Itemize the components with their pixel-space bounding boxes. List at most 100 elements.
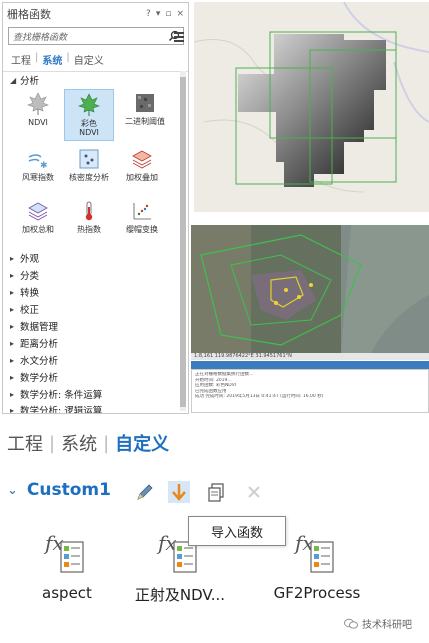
wechat-icon bbox=[344, 618, 358, 629]
imagery-graphic bbox=[191, 225, 429, 353]
tab-system[interactable]: 系统 bbox=[42, 52, 62, 67]
map-view-imagery[interactable] bbox=[191, 225, 429, 353]
function-label: 加权叠加 bbox=[126, 173, 158, 182]
map-basemap-graphic bbox=[194, 2, 429, 212]
function-label: 正射及NDV... bbox=[134, 586, 226, 604]
chevron-down-icon[interactable]: ⌄ bbox=[7, 483, 18, 498]
chevron-right-icon: ▸ bbox=[10, 389, 15, 399]
group-label: 数据管理 bbox=[20, 322, 59, 333]
map-status-bar: 1:8,161 119.9876422°E 31.9451761°N bbox=[191, 353, 429, 360]
pane-scrollbar[interactable] bbox=[180, 71, 186, 411]
custom-pane-tabs: 工程 | 系统 | 自定义 bbox=[7, 430, 169, 456]
group-hydrology[interactable]: ▸ 水文分析 bbox=[10, 353, 59, 368]
ndvi-leaf-icon bbox=[27, 92, 49, 115]
custom-function-aspect[interactable]: fx aspect bbox=[12, 530, 122, 602]
fx-function-icon: fx bbox=[293, 531, 334, 573]
function-wind-chill[interactable]: ✱ 风寒指数 bbox=[13, 145, 63, 185]
map-view-dem[interactable] bbox=[194, 2, 429, 212]
function-label: 缨帽变换 bbox=[126, 225, 158, 234]
group-label: 数学分析: 逻辑运算 bbox=[20, 406, 103, 414]
binary-threshold-icon bbox=[136, 94, 154, 112]
function-label: 热指数 bbox=[77, 225, 101, 234]
function-ndvi[interactable]: NDVI bbox=[13, 89, 63, 139]
tab-system-large[interactable]: 系统 bbox=[61, 430, 97, 456]
delete-icon[interactable] bbox=[243, 481, 265, 503]
import-function-tooltip: 导入函数 bbox=[188, 516, 286, 546]
function-weighted-overlay[interactable]: 加权叠加 bbox=[117, 145, 167, 185]
custom-category-header[interactable]: ⌄ Custom1 bbox=[7, 480, 111, 500]
copy-icon[interactable] bbox=[206, 481, 228, 503]
auto-hide-button[interactable]: ▫ bbox=[165, 9, 171, 19]
function-label: NDVI bbox=[28, 118, 48, 127]
search-input[interactable]: 查找栅格函数 bbox=[8, 27, 184, 45]
function-binary-threshold[interactable]: 二进制阈值 bbox=[117, 89, 173, 139]
group-analysis[interactable]: ◢ 分析 bbox=[10, 73, 40, 88]
tasseled-cap-icon bbox=[133, 203, 151, 220]
scroll-thumb[interactable] bbox=[180, 77, 186, 407]
group-label: 距离分析 bbox=[20, 339, 59, 350]
function-label: 风寒指数 bbox=[22, 173, 54, 182]
wind-chill-icon: ✱ bbox=[28, 154, 48, 170]
tab-custom-large[interactable]: 自定义 bbox=[115, 430, 169, 456]
search-placeholder: 查找栅格函数 bbox=[13, 32, 68, 43]
function-label: 二进制阈值 bbox=[125, 117, 165, 126]
color-ndvi-leaf-icon bbox=[78, 93, 100, 116]
function-color-ndvi[interactable]: 彩色 NDVI bbox=[64, 89, 114, 141]
weighted-sum-icon bbox=[28, 202, 48, 221]
fx-function-icon: fx bbox=[43, 531, 84, 573]
map-tab-strip[interactable] bbox=[191, 361, 429, 369]
chevron-right-icon: ▸ bbox=[10, 253, 15, 263]
group-conversion[interactable]: ▸ 转换 bbox=[10, 285, 40, 300]
pane-menu-button[interactable]: ▾ bbox=[156, 9, 161, 19]
chevron-right-icon: ▸ bbox=[10, 405, 15, 414]
chevron-right-icon: ▸ bbox=[10, 287, 15, 297]
watermark-text: 技术科研吧 bbox=[362, 620, 412, 631]
category-name: Custom1 bbox=[26, 480, 111, 500]
function-label: 核密度分析 bbox=[69, 173, 109, 182]
group-label: 外观 bbox=[20, 254, 40, 265]
chevron-right-icon: ▸ bbox=[10, 372, 15, 382]
chevron-down-icon: ◢ bbox=[10, 75, 17, 85]
help-button[interactable]: ? bbox=[146, 9, 151, 19]
svg-text:✱: ✱ bbox=[40, 161, 48, 170]
group-label: 分析 bbox=[20, 76, 40, 87]
chevron-right-icon: ▸ bbox=[10, 321, 15, 331]
function-heat-index[interactable]: 热指数 bbox=[64, 197, 114, 237]
edit-pencil-icon[interactable] bbox=[134, 481, 156, 503]
group-classification[interactable]: ▸ 分类 bbox=[10, 268, 40, 283]
geoprocessing-log: 正在对栅格数据集执行函数... 开始时间: 2019... 应用函数: 彩色ND… bbox=[191, 369, 429, 413]
group-appearance[interactable]: ▸ 外观 bbox=[10, 251, 40, 266]
group-data-management[interactable]: ▸ 数据管理 bbox=[10, 319, 59, 334]
group-label: 校正 bbox=[20, 305, 40, 316]
function-label: 加权总和 bbox=[22, 225, 54, 234]
function-label: aspect bbox=[42, 584, 92, 602]
group-distance-analysis[interactable]: ▸ 距离分析 bbox=[10, 336, 59, 351]
import-function-button[interactable] bbox=[168, 481, 190, 503]
group-math-logical[interactable]: ▸ 数学分析: 逻辑运算 bbox=[10, 403, 102, 414]
kernel-density-icon bbox=[79, 149, 99, 169]
raster-functions-pane: 栅格函数 ? ▾ ▫ × 查找栅格函数 工程 | 系统 | 自定义 ◢ 分析 N… bbox=[2, 2, 189, 414]
group-label: 水文分析 bbox=[20, 356, 59, 367]
function-weighted-sum[interactable]: 加权总和 bbox=[13, 197, 63, 237]
tab-project-large[interactable]: 工程 bbox=[7, 430, 43, 456]
group-correction[interactable]: ▸ 校正 bbox=[10, 302, 40, 317]
chevron-right-icon: ▸ bbox=[10, 270, 15, 280]
group-math[interactable]: ▸ 数学分析 bbox=[10, 370, 59, 385]
heat-index-icon bbox=[85, 201, 93, 221]
group-math-conditional[interactable]: ▸ 数学分析: 条件运算 bbox=[10, 387, 102, 402]
log-line: 成功 完成时间: 2019年5月13日 0:41:47 (运行时间: 16.00… bbox=[195, 394, 324, 399]
menu-icon[interactable] bbox=[174, 30, 184, 44]
chevron-right-icon: ▸ bbox=[10, 355, 15, 365]
function-label: GF2Process bbox=[273, 584, 361, 602]
group-label: 转换 bbox=[20, 288, 40, 299]
tab-custom[interactable]: 自定义 bbox=[74, 52, 104, 67]
chevron-right-icon: ▸ bbox=[10, 338, 15, 348]
function-tasseled-cap[interactable]: 缨帽变换 bbox=[117, 197, 167, 237]
function-label: 彩色 NDVI bbox=[79, 119, 99, 137]
close-button[interactable]: × bbox=[176, 9, 184, 19]
watermark: 技术科研吧 bbox=[344, 616, 412, 631]
function-kernel-density[interactable]: 核密度分析 bbox=[64, 145, 114, 185]
group-label: 分类 bbox=[20, 271, 40, 282]
tab-project[interactable]: 工程 bbox=[11, 52, 31, 67]
group-label: 数学分析 bbox=[20, 373, 59, 384]
